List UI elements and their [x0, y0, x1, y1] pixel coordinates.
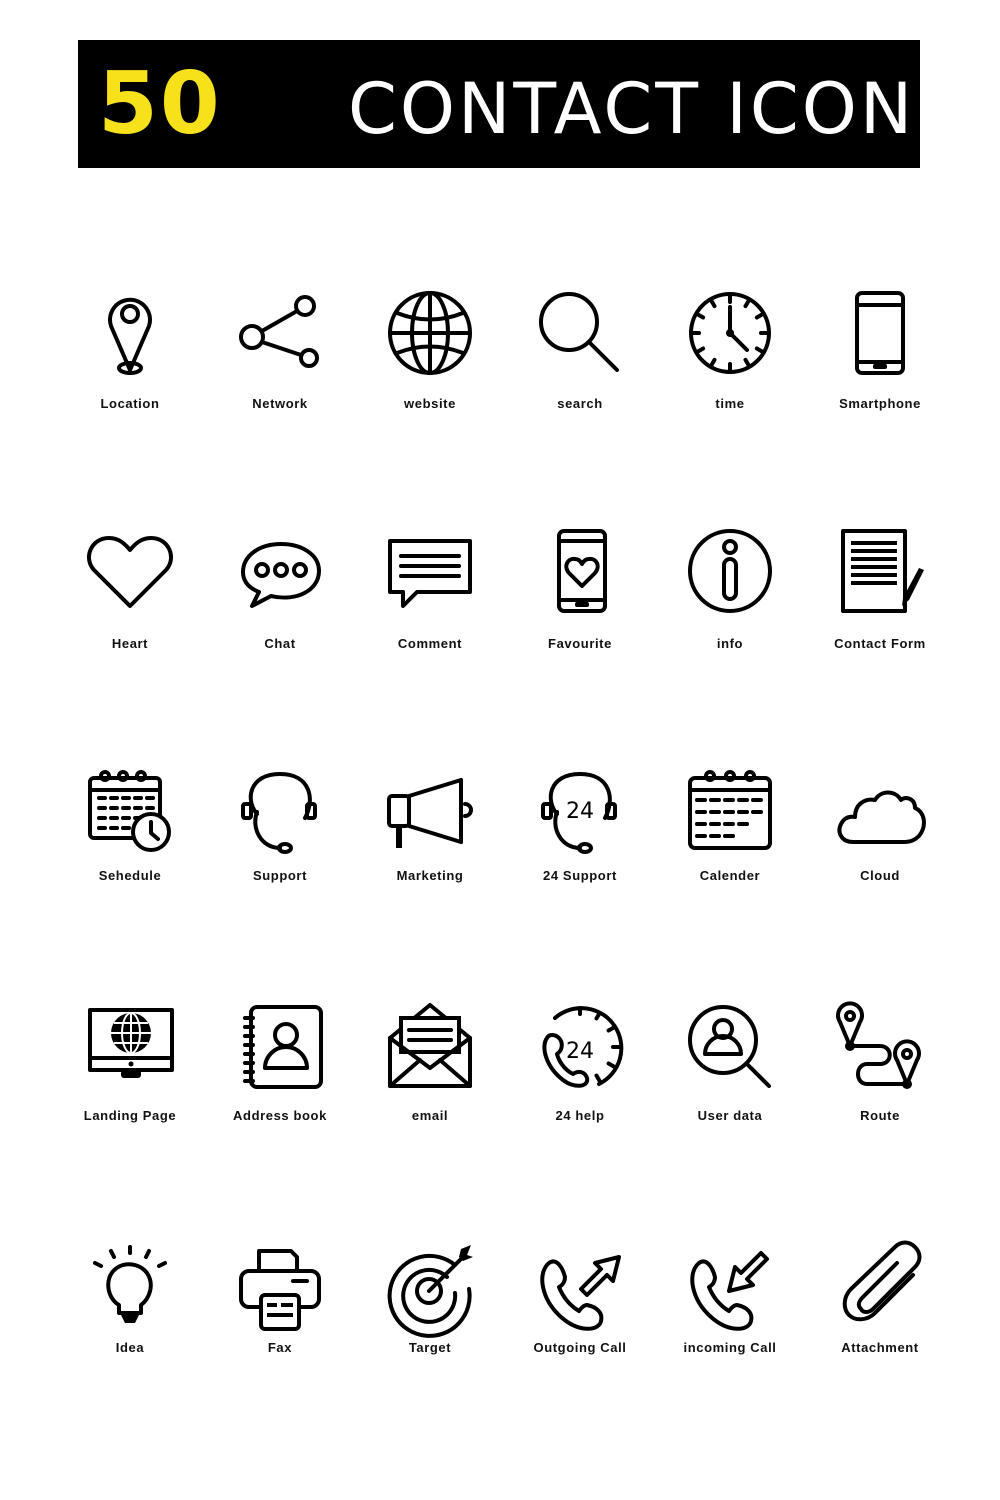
icon-label: Cloud — [860, 868, 900, 883]
icon-label: Route — [860, 1108, 900, 1123]
icon-cell: Favourite — [505, 526, 655, 651]
address-book-icon — [243, 1005, 323, 1089]
icon-cell: incoming Call — [655, 1243, 805, 1355]
icon-label: Address book — [233, 1108, 327, 1123]
comment-icon — [388, 539, 472, 608]
email-icon — [388, 1003, 472, 1088]
banner-title: CONTACT ICON — [348, 68, 916, 150]
target-icon — [387, 1245, 473, 1338]
icon-cell: Fax — [205, 1243, 355, 1355]
smartphone-icon — [855, 291, 905, 375]
incoming-call-icon — [690, 1251, 769, 1331]
icon-cell: Target — [355, 1243, 505, 1355]
icon-label: Idea — [115, 1340, 145, 1355]
icon-cell: 24 24 help — [505, 1002, 655, 1123]
icon-cell: Location — [55, 288, 205, 411]
schedule-icon — [88, 770, 171, 852]
icon-label: incoming Call — [683, 1340, 777, 1355]
icon-label: Comment — [397, 636, 463, 651]
icon-label: Network — [252, 396, 308, 411]
icon-cell: Attachment — [805, 1240, 955, 1355]
icon-label: Smartphone — [839, 396, 921, 411]
time-icon — [689, 292, 771, 374]
icon-cell: Calender — [655, 766, 805, 883]
icon-label: info — [716, 636, 744, 651]
icon-cell: Heart — [55, 526, 205, 651]
icon-label: Fax — [267, 1340, 293, 1355]
idea-icon — [93, 1245, 167, 1323]
icon-label: Calender — [699, 868, 761, 883]
icon-label: Landing Page — [83, 1108, 177, 1123]
attachment-icon — [842, 1240, 922, 1322]
icon-label: Heart — [111, 636, 149, 651]
icon-label: User data — [697, 1108, 763, 1123]
icon-cell: Address book — [205, 1002, 355, 1123]
icon-label: Favourite — [548, 636, 612, 651]
icon-cell: time — [655, 288, 805, 411]
icon-cell: Support — [205, 766, 355, 883]
icon-label: website — [404, 396, 456, 411]
landing-page-icon — [88, 1008, 174, 1078]
icon-cell: Chat — [205, 526, 355, 651]
user-data-icon — [688, 1005, 771, 1088]
icon-label: Target — [408, 1340, 452, 1355]
icon-cell: email — [355, 1002, 505, 1123]
icon-cell: Landing Page — [55, 1002, 205, 1123]
icon-cell: Route — [805, 1001, 955, 1123]
icon-label: email — [411, 1108, 449, 1123]
title-banner: 50 CONTACT ICON — [78, 40, 920, 168]
info-icon — [688, 529, 772, 613]
route-icon — [836, 1001, 921, 1089]
icon-cell: Marketing — [355, 766, 505, 883]
icon-label: Attachment — [841, 1340, 919, 1355]
support-icon — [241, 772, 317, 854]
icon-cell: Outgoing Call — [505, 1243, 655, 1355]
banner-count: 50 — [98, 54, 222, 154]
search-icon — [539, 292, 619, 372]
icon-cell: User data — [655, 1002, 805, 1123]
icon-cell: Sehedule — [55, 766, 205, 883]
icon-label: time — [715, 396, 745, 411]
heart-icon — [87, 536, 173, 608]
icon-cell: Cloud — [805, 766, 955, 883]
location-icon — [108, 297, 152, 375]
contact-form-icon — [841, 529, 924, 613]
favourite-icon — [557, 529, 607, 613]
icon-cell: search — [505, 288, 655, 411]
icon-label: Chat — [264, 636, 296, 651]
icon-label: Outgoing Call — [533, 1340, 627, 1355]
help-24-icon: 24 — [542, 1006, 624, 1088]
icon-label: Contact Form — [834, 636, 926, 651]
icon-text: 24 — [566, 799, 594, 824]
icon-label: 24 Support — [543, 868, 617, 883]
outgoing-call-icon — [540, 1255, 621, 1331]
icon-cell: info — [655, 526, 805, 651]
cloud-icon — [837, 790, 926, 844]
icon-cell: Comment — [355, 526, 505, 651]
support-24-icon: 24 — [541, 772, 617, 854]
marketing-icon — [387, 778, 473, 848]
icon-cell: Smartphone — [805, 288, 955, 411]
icon-cell: Contact Form — [805, 526, 955, 651]
icon-cell: Network — [205, 288, 355, 411]
calendar-icon — [688, 770, 772, 850]
icon-cell: 24 24 Support — [505, 766, 655, 883]
chat-icon — [241, 542, 321, 608]
icon-label: Marketing — [396, 868, 464, 883]
icon-text: 24 — [566, 1039, 594, 1064]
icon-label: search — [557, 396, 603, 411]
icon-cell: website — [355, 288, 505, 411]
fax-icon — [239, 1249, 321, 1331]
network-icon — [239, 295, 319, 368]
icon-label: 24 help — [555, 1108, 605, 1123]
icon-cell: Idea — [55, 1243, 205, 1355]
website-icon — [388, 291, 472, 375]
icon-label: Support — [252, 868, 308, 883]
icon-label: Sehedule — [98, 868, 162, 883]
icon-label: Location — [100, 396, 160, 411]
